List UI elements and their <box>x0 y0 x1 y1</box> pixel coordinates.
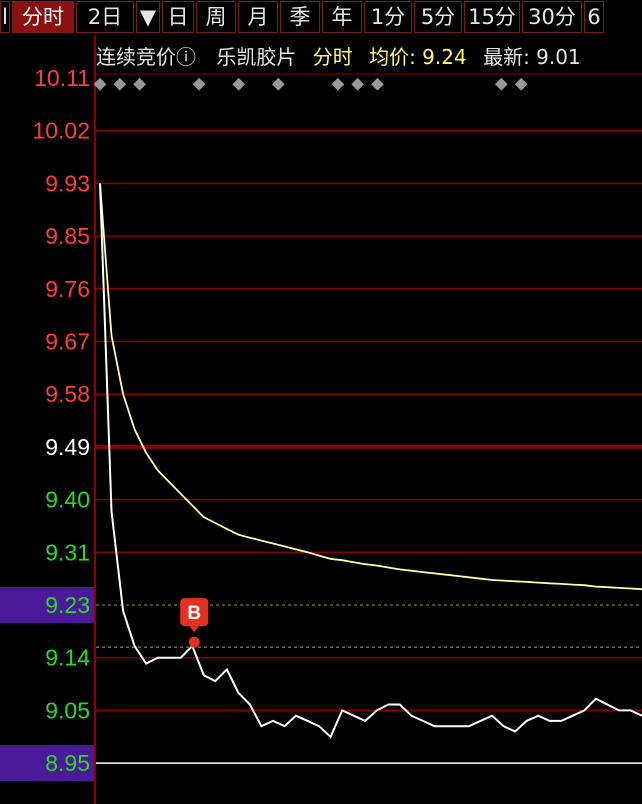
event-marker-9 <box>494 77 508 91</box>
y-tick-label-8.95: 8.95 <box>45 750 90 776</box>
buy-marker-dot <box>188 636 200 648</box>
y-tick-label-9.14: 9.14 <box>45 645 90 671</box>
event-marker-7 <box>351 77 364 91</box>
avg-price-line <box>99 183 642 591</box>
y-tick-label-9.31: 9.31 <box>45 539 90 565</box>
y-tick-label-9.40: 9.40 <box>45 487 90 513</box>
event-marker-8 <box>371 77 384 91</box>
event-marker-10 <box>514 77 528 91</box>
price-line <box>99 183 642 739</box>
y-tick-label-10.02: 10.02 <box>32 118 90 144</box>
event-marker-1 <box>113 77 127 91</box>
y-tick-label-10.11: 10.11 <box>34 65 90 91</box>
event-marker-4 <box>232 77 246 91</box>
event-marker-3 <box>192 77 206 91</box>
y-tick-label-9.23: 9.23 <box>45 592 90 618</box>
y-tick-label-9.58: 9.58 <box>45 381 90 407</box>
buy-marker-pointer <box>189 626 200 633</box>
y-tick-label-9.85: 9.85 <box>45 223 90 249</box>
y-tick-label-9.93: 9.93 <box>45 170 90 196</box>
event-marker-2 <box>133 77 146 91</box>
y-tick-label-9.49: 9.49 <box>45 434 90 460</box>
buy-marker-label: B <box>187 603 201 624</box>
y-tick-label-9.67: 9.67 <box>45 329 90 355</box>
event-marker-6 <box>331 77 345 91</box>
intraday-chart[interactable]: 10.11 10.02 9.93 9.85 9.76 9.67 9.58 9.49 9.40 9.… <box>0 0 642 804</box>
y-tick-label-9.05: 9.05 <box>45 697 90 723</box>
y-tick-label-9.76: 9.76 <box>45 276 90 302</box>
event-marker-5 <box>271 77 285 91</box>
